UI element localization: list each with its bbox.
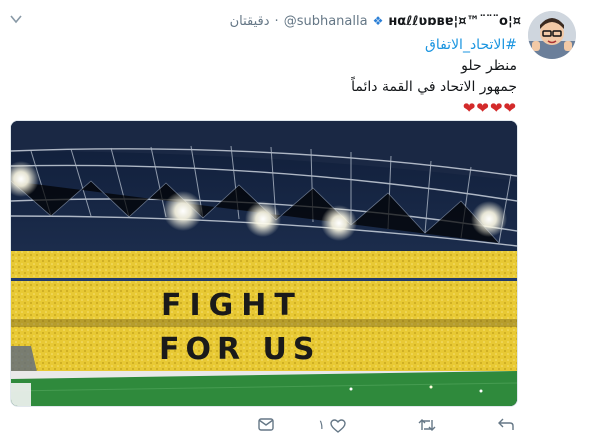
for-us-text: FOR US — [159, 332, 321, 367]
fight-text: FIGHT — [161, 288, 303, 323]
hashtag-link[interactable]: #الاتحاد_الاتفاق — [351, 35, 517, 56]
diamond-icon: ❖ — [372, 14, 384, 28]
reply-arrow-icon — [498, 418, 514, 430]
tweet-text: #الاتحاد_الاتفاق منظر حلو جمهور الاتحاد … — [351, 35, 517, 119]
tweet-actions: ١ — [258, 418, 518, 438]
tweet-line-1: منظر حلو — [461, 58, 517, 74]
tweet-header: ¤¦ʜαℓℓʋɒвɐ¦¤™¨¨¨o ❖ @subhanalla · دقيقتا… — [230, 12, 521, 30]
tweet: ¤¦ʜαℓℓʋɒвɐ¦¤™¨¨¨o ❖ @subhanalla · دقيقتا… — [0, 0, 589, 446]
like-count: ١ — [318, 418, 325, 433]
timestamp[interactable]: دقيقتان — [230, 14, 270, 29]
reply-icon — [258, 418, 274, 431]
chevron-down-icon[interactable] — [10, 14, 22, 24]
hearts-emoji: ❤❤❤❤ — [462, 99, 517, 117]
tweet-line-2: جمهور الاتحاد في القمة دائماً — [351, 79, 517, 95]
reply-arrow-action[interactable] — [498, 418, 514, 432]
like-action[interactable]: ١ — [318, 418, 346, 433]
heart-icon — [330, 418, 346, 433]
tweet-photo[interactable]: FIGHT FOR US — [10, 120, 518, 407]
user-handle[interactable]: @subhanalla — [284, 14, 368, 29]
avatar[interactable] — [528, 11, 576, 59]
separator-dot: · — [274, 13, 279, 29]
reply-action[interactable] — [258, 418, 274, 432]
display-name[interactable]: ¤¦ʜαℓℓʋɒвɐ¦¤™¨¨¨o — [388, 14, 521, 29]
retweet-icon — [418, 419, 436, 431]
retweet-action[interactable] — [418, 418, 436, 432]
